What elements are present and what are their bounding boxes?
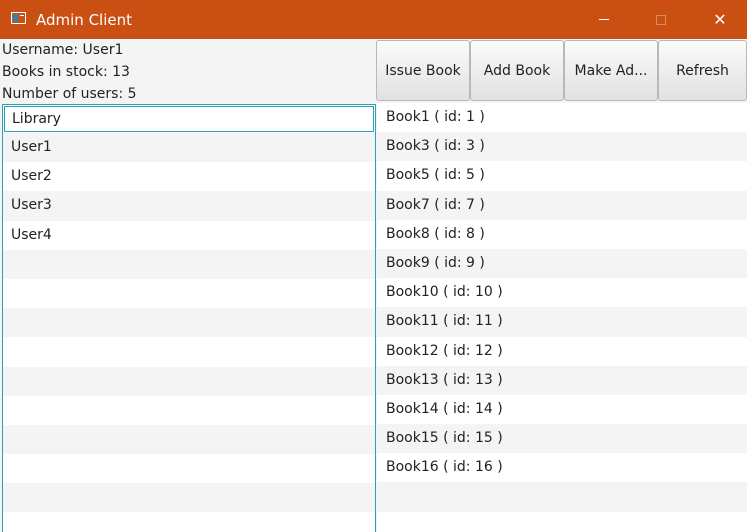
maximize-icon [656,14,666,25]
book-list-item[interactable]: Book11 ( id: 11 ) [377,307,747,337]
book-list-item[interactable]: Book7 ( id: 7 ) [377,190,747,220]
book-list-item[interactable]: Book8 ( id: 8 ) [377,220,747,249]
empty-row [3,424,375,455]
user-list-item[interactable]: User1 [3,133,375,163]
add-book-button[interactable]: Add Book [470,40,564,101]
minimize-icon [599,19,609,20]
user-list-item[interactable]: User4 [3,221,375,250]
users-list[interactable]: Library User1 User2 User3 User4 [2,104,376,532]
empty-row [377,512,747,532]
empty-row [3,483,375,513]
user-list-item[interactable]: User2 [3,162,375,191]
empty-row [3,279,375,308]
book-list-item[interactable]: Book12 ( id: 12 ) [377,337,747,366]
book-list-item[interactable]: Book5 ( id: 5 ) [377,161,747,190]
user-list-item[interactable]: Library [4,106,374,132]
book-list-item[interactable]: Book10 ( id: 10 ) [377,278,747,307]
book-list-item[interactable]: Book1 ( id: 1 ) [377,103,747,132]
books-list[interactable]: Book1 ( id: 1 ) Book3 ( id: 3 ) Book5 ( id… [377,103,747,532]
empty-row [3,337,375,366]
issue-book-button[interactable]: Issue Book [376,40,470,101]
app-window-icon [11,12,26,24]
maximize-button[interactable] [638,0,684,39]
window-title: Admin Client [36,11,132,29]
empty-row [377,482,747,512]
toolbar: Issue Book Add Book Make Ad... Refresh [376,39,747,102]
empty-row [3,454,375,483]
close-button[interactable]: ✕ [697,0,743,39]
empty-row [3,512,375,532]
refresh-button[interactable]: Refresh [658,40,747,101]
book-list-item[interactable]: Book13 ( id: 13 ) [377,365,747,395]
title-bar[interactable]: Admin Client ✕ [0,0,747,39]
username-label: Username: User1 [2,42,124,58]
book-list-item[interactable]: Book3 ( id: 3 ) [377,132,747,162]
empty-row [3,308,375,338]
book-list-item[interactable]: Book9 ( id: 9 ) [377,248,747,279]
books-in-stock-label: Books in stock: 13 [2,64,130,80]
close-icon: ✕ [713,10,727,29]
book-list-item[interactable]: Book16 ( id: 16 ) [377,453,747,482]
book-list-item[interactable]: Book14 ( id: 14 ) [377,395,747,424]
empty-row [3,396,375,425]
number-of-users-label: Number of users: 5 [2,86,137,102]
user-list-item[interactable]: User3 [3,191,375,221]
empty-row [3,249,375,279]
make-admin-button[interactable]: Make Ad... [564,40,658,101]
empty-row [3,366,375,396]
info-panel: Username: User1 Books in stock: 13 Numbe… [0,39,376,102]
minimize-button[interactable] [581,0,627,39]
book-list-item[interactable]: Book15 ( id: 15 ) [377,424,747,454]
